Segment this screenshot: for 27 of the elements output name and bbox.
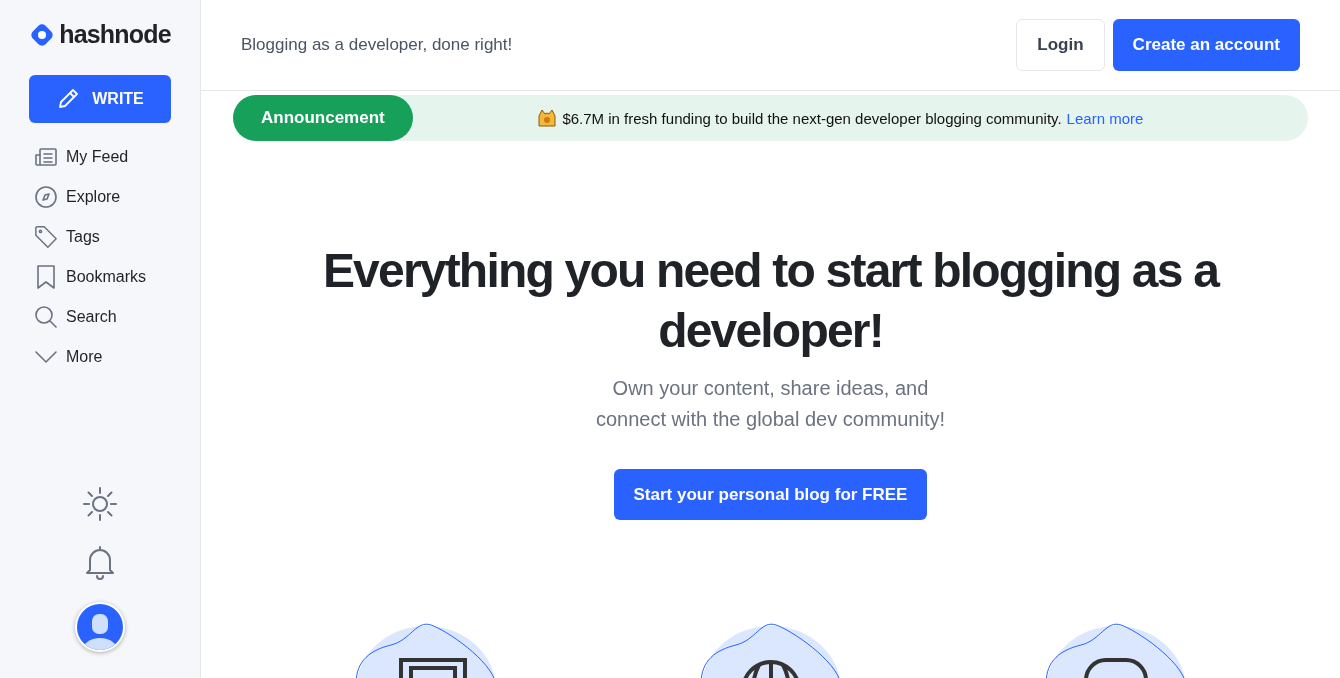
learn-more-link[interactable]: Learn more [1066,109,1144,127]
pencil-icon [56,87,81,111]
bell-icon[interactable] [83,544,117,580]
hero-subtitle: Own your content, share ideas, and connect with the global dev community! [595,376,946,432]
write-button[interactable]: WRITE [29,75,171,123]
sun-icon[interactable] [82,486,118,522]
hero-title: Everything you need to start blogging as a developer! [321,243,1220,359]
brand-name: hashnode [59,20,171,49]
sidebar-item[interactable]: More [34,339,186,375]
search-icon [34,305,58,329]
sidebar-item[interactable]: Bookmarks [34,259,186,295]
sidebar-item[interactable]: Explore [34,179,186,215]
sidebar-item[interactable]: Tags [34,219,186,255]
login-button[interactable]: Login [1016,19,1105,71]
announcement-text: $6.7M in fresh funding to build the next-gen developer blogging community. [562,109,1062,127]
chevron-down-icon [34,350,58,364]
user-avatar[interactable] [75,602,125,652]
sidebar-item[interactable]: My Feed [34,139,186,175]
tagline: Blogging as a developer, done right! [241,35,514,55]
feed-icon [34,147,58,167]
sidebar-item[interactable]: Search [34,299,186,335]
tag-icon [34,224,58,250]
announcement-badge: Announcement [233,95,413,141]
bookmark-icon [34,264,58,290]
create-account-button[interactable]: Create an account [1112,19,1300,71]
compass-icon [34,185,58,209]
start-blog-button[interactable]: Start your personal blog for FREE [613,469,928,520]
